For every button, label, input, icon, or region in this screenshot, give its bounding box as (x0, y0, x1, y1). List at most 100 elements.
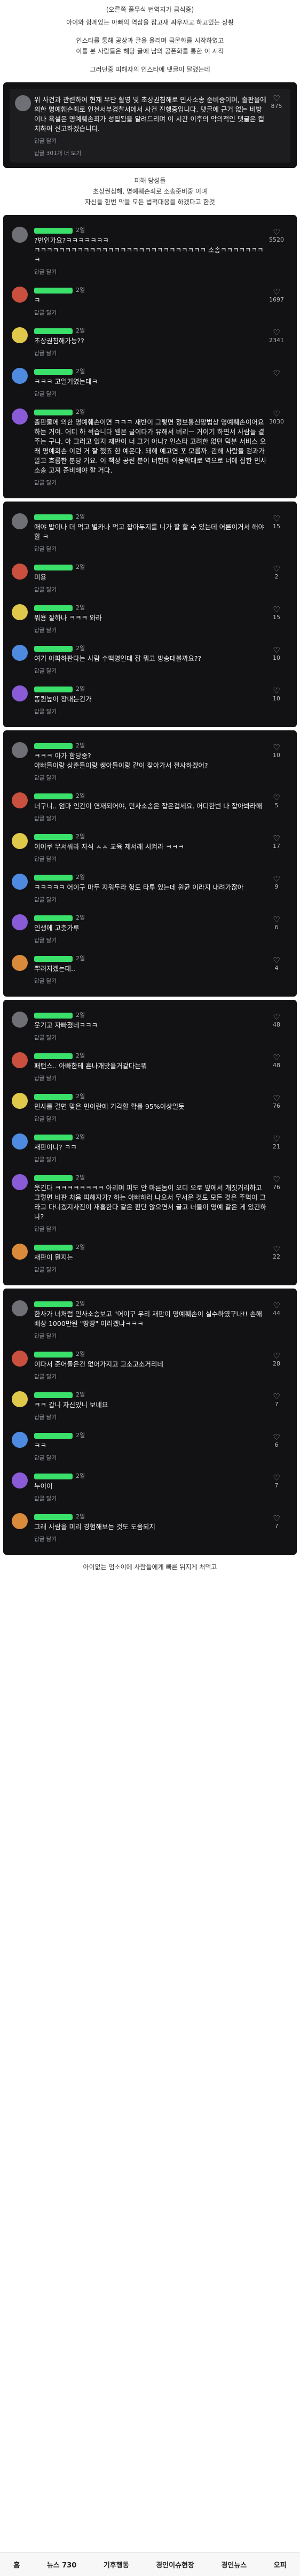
like-button[interactable]: ♡ (266, 369, 287, 377)
avatar[interactable] (12, 1052, 28, 1068)
like-button[interactable]: ♡ 44 (266, 1301, 287, 1317)
reply-link[interactable]: 답글 달기 (34, 1155, 267, 1163)
like-button[interactable]: ♡ 15 (266, 514, 287, 530)
reply-link[interactable]: 답글 달기 (34, 545, 267, 553)
avatar[interactable] (12, 742, 28, 758)
nav-item[interactable]: 기후행동 (104, 2559, 129, 2570)
like-button[interactable]: ♡ 76 (266, 1094, 287, 1109)
reply-link[interactable]: 답글 달기 (34, 1034, 267, 1042)
reply-link[interactable]: 답글 달기 (34, 774, 267, 782)
like-button[interactable]: ♡ 22 (266, 1245, 287, 1260)
avatar[interactable] (12, 1093, 28, 1109)
like-button[interactable]: ♡ 2341 (266, 328, 287, 344)
reply-link[interactable]: 답글 달기 (34, 1266, 267, 1274)
like-button[interactable]: ♡ 76 (266, 1175, 287, 1191)
reply-link[interactable]: 답글 달기 (34, 1413, 267, 1421)
like-button[interactable]: ♡ 28 (266, 1352, 287, 1367)
avatar[interactable] (12, 513, 28, 529)
reply-link[interactable]: 답글 달기 (34, 977, 267, 985)
like-button[interactable]: ♡ 10 (266, 687, 287, 702)
like-button[interactable]: ♡ 10 (266, 646, 287, 661)
reply-link[interactable]: 답글 달기 (34, 814, 267, 822)
reply-link[interactable]: 답글 달기 (34, 896, 267, 904)
like-button[interactable]: ♡ 2 (266, 565, 287, 580)
reply-link[interactable]: 답글 달기 (34, 390, 267, 398)
reply-link[interactable]: 답글 달기 (34, 667, 267, 675)
avatar[interactable] (12, 1513, 28, 1529)
nav-item[interactable]: 오피 (274, 2559, 287, 2570)
like-button[interactable]: ♡ 6 (266, 915, 287, 931)
like-button[interactable]: ♡ 48 (266, 1013, 287, 1028)
avatar[interactable] (12, 1300, 28, 1316)
avatar[interactable] (12, 914, 28, 930)
avatar[interactable] (12, 327, 28, 343)
avatar[interactable] (12, 408, 28, 425)
comment-meta: 2일 (34, 1132, 267, 1141)
comment-item: 2일 이다서 준어돌은건 없어가지고 고소고소거리네 답글 달기 ♡ 28 (10, 1346, 290, 1387)
avatar[interactable] (12, 1391, 28, 1407)
avatar[interactable] (12, 792, 28, 808)
like-button[interactable]: ♡ 10 (266, 743, 287, 759)
comment-text: ㅋㅋㅋㅋㅋ 어이구 마두 지워두라 헝도 타투 있는데 원균 이라지 내려가잖아 (34, 883, 244, 891)
reply-link[interactable]: 답글 달기 (34, 1454, 267, 1462)
avatar[interactable] (12, 287, 28, 303)
avatar[interactable] (12, 1472, 28, 1488)
like-button[interactable]: ♡ 21 (266, 1135, 287, 1150)
reply-link[interactable]: 답글 달기 (34, 1074, 267, 1082)
avatar[interactable] (15, 95, 31, 111)
like-button[interactable]: ♡ 5520 (266, 228, 287, 243)
avatar[interactable] (12, 1133, 28, 1150)
nav-item[interactable]: 경인이슈현장 (156, 2559, 194, 2570)
view-replies-link[interactable]: 답글 301개 더 보기 (34, 149, 267, 157)
reply-link[interactable]: 답글 달기 (34, 1535, 267, 1543)
reply-link[interactable]: 답글 달기 (34, 707, 267, 715)
avatar[interactable] (12, 1351, 28, 1367)
avatar[interactable] (12, 227, 28, 243)
reply-link[interactable]: 답글 달기 (34, 1494, 267, 1502)
nav-item[interactable]: 뉴스 730 (47, 2559, 77, 2570)
avatar[interactable] (12, 874, 28, 890)
reply-link[interactable]: 답글 달기 (34, 626, 267, 634)
nav-item[interactable]: 경인뉴스 (221, 2559, 247, 2570)
avatar[interactable] (12, 685, 28, 701)
avatar[interactable] (12, 604, 28, 620)
reply-link[interactable]: 답글 달기 (34, 349, 267, 357)
reply-link[interactable]: 답글 달기 (34, 585, 267, 593)
reply-link[interactable]: 답글 달기 (34, 936, 267, 944)
like-button[interactable]: ♡ 5 (266, 793, 287, 809)
avatar[interactable] (12, 645, 28, 661)
reply-link[interactable]: 답글 달기 (34, 855, 267, 863)
like-button[interactable]: ♡ 1697 (266, 288, 287, 303)
reply-link[interactable]: 답글 달기 (34, 1225, 267, 1233)
avatar[interactable] (12, 564, 28, 580)
like-button[interactable]: ♡ 7 (266, 1392, 287, 1408)
comment-time: 2일 (76, 564, 85, 570)
nav-item[interactable]: 홈 (13, 2559, 20, 2570)
like-button[interactable]: ♡ 17 (266, 834, 287, 850)
like-button[interactable]: ♡ 3030 (266, 410, 287, 425)
avatar[interactable] (12, 1244, 28, 1260)
comment-time: 2일 (76, 604, 85, 611)
like-button[interactable]: ♡ 15 (266, 605, 287, 621)
intro-line: 그러던중 피해자의 인스타에 댓글이 달렸는데 (90, 66, 210, 73)
reply-link[interactable]: 답글 달기 (34, 308, 267, 317)
reply-link[interactable]: 답글 달기 (34, 137, 267, 145)
like-button[interactable]: ♡ 9 (266, 875, 287, 890)
reply-link[interactable]: 답글 달기 (34, 1372, 267, 1380)
reply-link[interactable]: 답글 달기 (34, 1115, 267, 1123)
avatar[interactable] (12, 368, 28, 384)
like-button[interactable]: ♡ 4 (266, 956, 287, 971)
like-button[interactable]: ♡ 48 (266, 1053, 287, 1069)
avatar[interactable] (12, 1174, 28, 1190)
avatar[interactable] (12, 955, 28, 971)
like-button[interactable]: ♡ 7 (266, 1514, 287, 1530)
reply-link[interactable]: 답글 달기 (34, 268, 267, 276)
like-button[interactable]: ♡ 875 (266, 94, 287, 110)
reply-link[interactable]: 답글 달기 (34, 479, 267, 487)
avatar[interactable] (12, 1012, 28, 1028)
avatar[interactable] (12, 833, 28, 849)
like-button[interactable]: ♡ 7 (266, 1474, 287, 1489)
reply-link[interactable]: 답글 달기 (34, 1332, 267, 1340)
like-button[interactable]: ♡ 6 (266, 1433, 287, 1448)
avatar[interactable] (12, 1432, 28, 1448)
